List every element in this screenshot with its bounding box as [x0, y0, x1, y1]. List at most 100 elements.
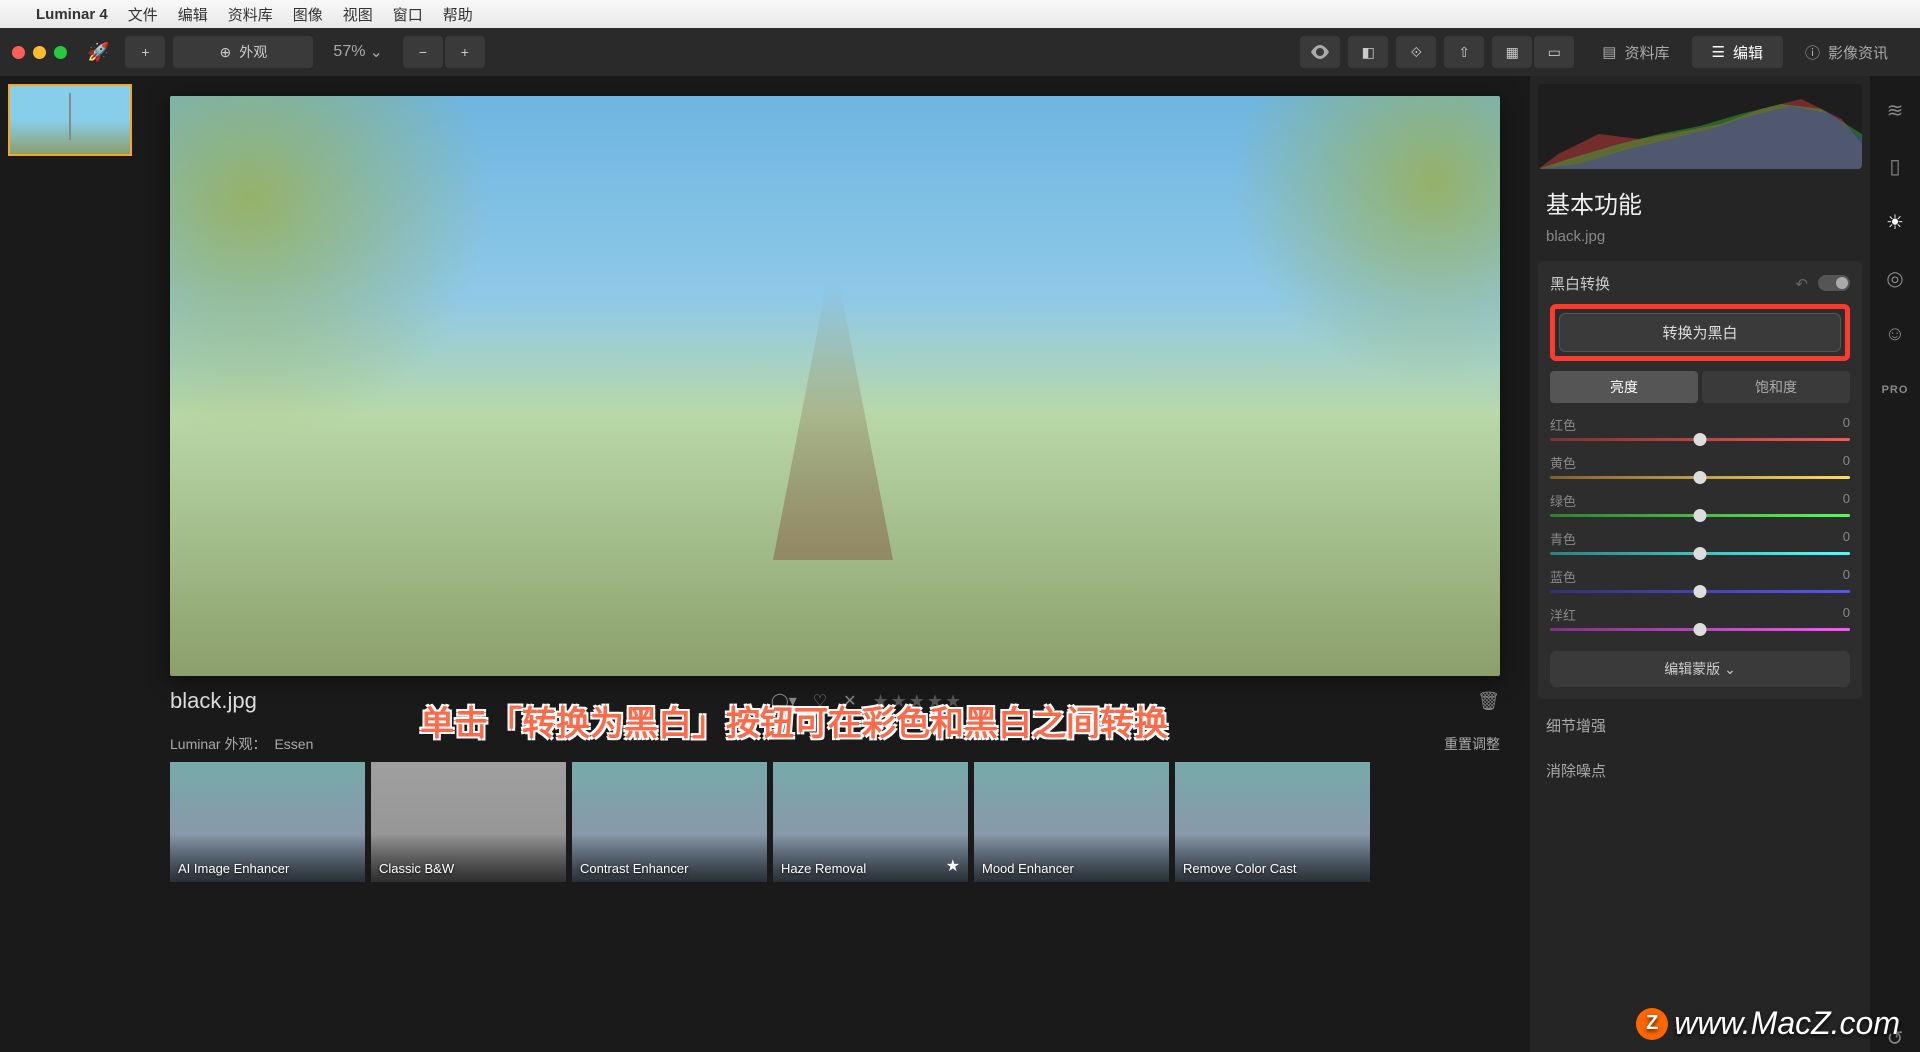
filmstrip: [0, 76, 140, 1052]
mac-menubar: Luminar 4 文件 编辑 资料库 图像 视图 窗口 帮助: [0, 0, 1920, 28]
menu-help[interactable]: 帮助: [443, 4, 473, 25]
tab-edit[interactable]: ☰ 编辑: [1692, 36, 1783, 68]
close-window-icon[interactable]: [12, 46, 25, 59]
trash-icon[interactable]: 🗑: [1477, 691, 1500, 712]
layers-icon[interactable]: ≋: [1881, 96, 1909, 124]
minimize-window-icon[interactable]: [33, 46, 46, 59]
denoise-section[interactable]: 消除噪点: [1530, 748, 1870, 793]
image-content: [1168, 96, 1501, 386]
export-button[interactable]: ⇧: [1444, 36, 1484, 68]
slider-name: 蓝色: [1550, 567, 1576, 586]
slider-name: 红色: [1550, 415, 1576, 434]
app-name[interactable]: Luminar 4: [36, 6, 108, 23]
color-slider-row: 绿色 0: [1550, 491, 1850, 517]
single-view-button[interactable]: ▭: [1534, 36, 1574, 68]
library-icon: ▤: [1602, 43, 1616, 61]
crop-button[interactable]: ⟐: [1396, 36, 1436, 68]
looks-prefix: Luminar 外观：: [170, 734, 266, 754]
slider-value: 0: [1843, 567, 1850, 586]
slider-thumb[interactable]: [1694, 433, 1707, 446]
look-preset[interactable]: AI Image Enhancer: [170, 762, 365, 882]
slider-name: 青色: [1550, 529, 1576, 548]
rocket-icon[interactable]: 🚀: [87, 42, 109, 63]
edit-mask-label: 编辑蒙版: [1664, 661, 1720, 677]
compare-button[interactable]: ◧: [1348, 36, 1388, 68]
essentials-icon[interactable]: ☀: [1881, 208, 1909, 236]
zoom-in-button[interactable]: +: [445, 36, 485, 68]
tab-info[interactable]: ⓘ 影像资讯: [1785, 36, 1908, 68]
preview-button[interactable]: [1300, 36, 1340, 68]
creative-icon[interactable]: ◎: [1881, 264, 1909, 292]
window-toolbar: 🚀 + ⊕ 外观 57% ⌄ − + ◧ ⟐ ⇧ ▦ ▭ ▤ 资料库 ☰ 编辑 …: [0, 28, 1920, 76]
tab-library-label: 资料库: [1624, 42, 1669, 63]
histogram[interactable]: [1538, 84, 1862, 169]
look-preset[interactable]: Classic B&W: [371, 762, 566, 882]
menu-library[interactable]: 资料库: [228, 4, 273, 25]
look-label: Mood Enhancer: [982, 861, 1074, 876]
looks-preset-group[interactable]: Essen: [274, 736, 313, 752]
reset-adjustments[interactable]: 重置调整: [1444, 734, 1500, 754]
slider-name: 黄色: [1550, 453, 1576, 472]
slider-value: 0: [1843, 415, 1850, 434]
filename: black.jpg: [170, 688, 257, 714]
fullscreen-window-icon[interactable]: [54, 46, 67, 59]
appearance-button[interactable]: ⊕ 外观: [173, 36, 313, 68]
grid-view-button[interactable]: ▦: [1492, 36, 1532, 68]
look-preset[interactable]: Contrast Enhancer: [572, 762, 767, 882]
undo-icon[interactable]: ↶: [1795, 275, 1808, 293]
menu-edit[interactable]: 编辑: [178, 4, 208, 25]
pro-icon[interactable]: PRO: [1881, 376, 1909, 404]
slider-thumb[interactable]: [1694, 471, 1707, 484]
right-panel: 基本功能 black.jpg 黑白转换 ↶ 转换为黑白 亮度 饱和度 红色 0: [1530, 76, 1870, 1052]
image-content: [170, 96, 569, 444]
slider-value: 0: [1843, 453, 1850, 472]
slider-track[interactable]: [1550, 590, 1850, 593]
watermark-text: www.MacZ.com: [1674, 1005, 1900, 1042]
zoom-out-button[interactable]: −: [403, 36, 443, 68]
slider-track[interactable]: [1550, 438, 1850, 441]
slider-thumb[interactable]: [1694, 623, 1707, 636]
slider-thumb[interactable]: [1694, 509, 1707, 522]
look-label: AI Image Enhancer: [178, 861, 289, 876]
image-preview[interactable]: [170, 96, 1500, 676]
look-preset[interactable]: Remove Color Cast: [1175, 762, 1370, 882]
saturation-tab[interactable]: 饱和度: [1702, 371, 1850, 403]
slider-name: 洋红: [1550, 605, 1576, 624]
info-icon: ⓘ: [1805, 42, 1820, 63]
look-preset[interactable]: Mood Enhancer: [974, 762, 1169, 882]
slider-track[interactable]: [1550, 476, 1850, 479]
highlight-annotation: 转换为黑白: [1550, 304, 1850, 361]
slider-track[interactable]: [1550, 514, 1850, 517]
look-label: Contrast Enhancer: [580, 861, 688, 876]
slider-track[interactable]: [1550, 552, 1850, 555]
canvas-icon[interactable]: ▯: [1881, 152, 1909, 180]
slider-value: 0: [1843, 605, 1850, 624]
edit-mask-button[interactable]: 编辑蒙版 ⌄: [1550, 651, 1850, 687]
watermark-logo-icon: Z: [1636, 1008, 1668, 1040]
menu-window[interactable]: 窗口: [393, 4, 423, 25]
convert-bw-button[interactable]: 转换为黑白: [1559, 313, 1841, 352]
slider-thumb[interactable]: [1694, 585, 1707, 598]
color-slider-row: 蓝色 0: [1550, 567, 1850, 593]
watermark: Z www.MacZ.com: [1636, 1005, 1900, 1042]
brightness-tab[interactable]: 亮度: [1550, 371, 1698, 403]
bw-section-title: 黑白转换: [1550, 273, 1610, 294]
slider-track[interactable]: [1550, 628, 1850, 631]
details-section[interactable]: 细节增强: [1530, 703, 1870, 748]
add-button[interactable]: +: [125, 36, 165, 68]
menu-image[interactable]: 图像: [293, 4, 323, 25]
look-label: Remove Color Cast: [1183, 861, 1296, 876]
section-toggle[interactable]: [1818, 275, 1850, 291]
appearance-label: 外观: [239, 42, 267, 62]
zoom-dropdown[interactable]: 57% ⌄: [321, 42, 394, 62]
portrait-icon[interactable]: ☺: [1881, 320, 1909, 348]
canvas-area: black.jpg ◯▾ ♡ ✕ ★★★★★ 🗑 单击「转换为黑白」按钮可在彩色…: [140, 76, 1530, 1052]
thumbnail-selected[interactable]: [8, 84, 132, 156]
slider-thumb[interactable]: [1694, 547, 1707, 560]
sliders-icon: ☰: [1712, 43, 1725, 61]
tab-library[interactable]: ▤ 资料库: [1582, 36, 1689, 68]
looks-strip: AI Image Enhancer Classic B&W Contrast Enh…: [170, 762, 1500, 882]
menu-view[interactable]: 视图: [343, 4, 373, 25]
menu-file[interactable]: 文件: [128, 4, 158, 25]
look-preset[interactable]: Haze Removal★: [773, 762, 968, 882]
